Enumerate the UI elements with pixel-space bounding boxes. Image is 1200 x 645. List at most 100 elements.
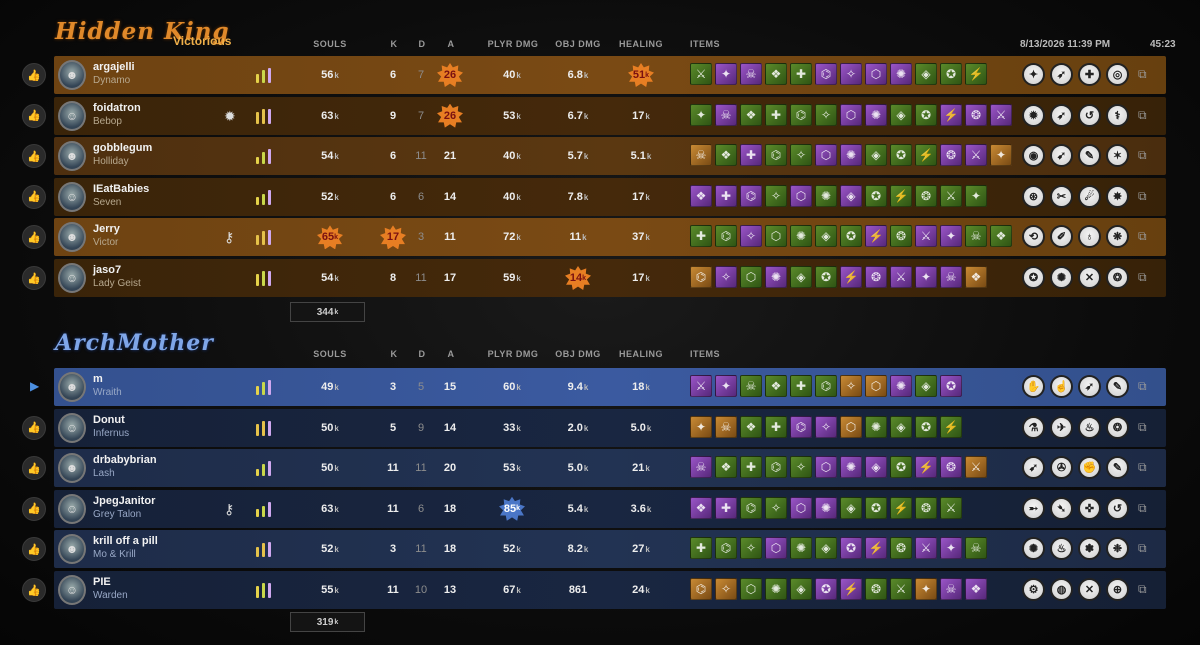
item-icon[interactable]: ✦ (690, 415, 712, 438)
ability-icon[interactable]: ✹ (1022, 103, 1045, 127)
item-icon[interactable]: ☠ (690, 456, 712, 479)
ability-icon[interactable]: ☄ (1078, 184, 1101, 208)
copy-build-icon[interactable]: ⧉ (1138, 379, 1147, 394)
item-icon[interactable]: ☠ (940, 266, 962, 288)
item-icon[interactable]: ❂ (940, 144, 962, 167)
player-row[interactable]: 👍 ☻ krill off a pill Mo & Krill 52k 3 11 18 52k 8… (0, 530, 1200, 569)
thumbs-up-icon[interactable]: 👍 (22, 266, 46, 290)
item-icon[interactable]: ☠ (740, 375, 762, 397)
item-icon[interactable]: ✚ (690, 537, 712, 560)
item-icon[interactable]: ⚔ (890, 578, 912, 600)
item-icon[interactable]: ◈ (915, 63, 937, 85)
player-name[interactable]: Jerry (93, 223, 120, 235)
player-row[interactable]: 👍 ☻ drbabybrian Lash 50k 11 11 20 53k 5.0k 21k ☠ ❖ ✚ ⌬… (0, 449, 1200, 488)
ability-icon[interactable]: ✚ (1078, 63, 1101, 86)
ability-icon[interactable]: ❋ (1106, 225, 1129, 249)
ability-icon[interactable]: ⚗ (1022, 415, 1045, 439)
item-icon[interactable]: ✦ (965, 184, 987, 207)
player-name[interactable]: jaso7 (93, 264, 121, 276)
item-icon[interactable]: ✪ (890, 456, 912, 479)
item-icon[interactable]: ❖ (765, 375, 787, 397)
thumbs-up-icon[interactable]: 👍 (22, 63, 46, 87)
item-icon[interactable]: ◈ (915, 375, 937, 397)
item-icon[interactable]: ⌬ (740, 184, 762, 207)
item-icon[interactable]: ✚ (790, 375, 812, 397)
ability-icon[interactable]: ♁ (1078, 225, 1101, 249)
item-icon[interactable]: ❖ (690, 184, 712, 207)
copy-build-icon[interactable]: ⧉ (1138, 148, 1147, 163)
item-icon[interactable]: ◈ (790, 578, 812, 600)
ability-icon[interactable]: ⚙ (1022, 578, 1045, 601)
item-icon[interactable]: ⬡ (740, 578, 762, 600)
ability-icon[interactable]: ❉ (1106, 537, 1129, 561)
player-name[interactable]: IEatBabies (93, 183, 149, 195)
item-icon[interactable]: ✦ (915, 578, 937, 600)
item-icon[interactable]: ⚡ (940, 415, 962, 438)
copy-build-icon[interactable]: ⧉ (1138, 108, 1147, 123)
copy-build-icon[interactable]: ⧉ (1138, 189, 1147, 204)
item-icon[interactable]: ✧ (790, 144, 812, 167)
item-icon[interactable]: ⚡ (915, 144, 937, 167)
ability-icon[interactable]: ❂ (1106, 266, 1129, 289)
ability-icon[interactable]: ◍ (1050, 578, 1073, 601)
item-icon[interactable]: ✪ (840, 225, 862, 248)
item-icon[interactable]: ✧ (815, 415, 837, 438)
thumbs-up-icon[interactable]: 👍 (22, 184, 46, 209)
player-name[interactable]: drbabybrian (93, 454, 157, 466)
ability-icon[interactable]: ✎ (1106, 375, 1129, 398)
item-icon[interactable]: ◈ (890, 103, 912, 126)
player-name[interactable]: foidatron (93, 102, 141, 114)
item-icon[interactable]: ❂ (915, 496, 937, 519)
item-icon[interactable]: ⌬ (815, 63, 837, 85)
item-icon[interactable]: ⚡ (865, 225, 887, 248)
item-icon[interactable]: ✧ (765, 184, 787, 207)
ability-icon[interactable]: ➶ (1078, 375, 1101, 398)
item-icon[interactable]: ❂ (865, 578, 887, 600)
item-icon[interactable]: ❂ (890, 537, 912, 560)
ability-icon[interactable]: ✜ (1078, 496, 1101, 520)
item-icon[interactable]: ✚ (765, 103, 787, 126)
item-icon[interactable]: ✦ (715, 63, 737, 85)
item-icon[interactable]: ◈ (840, 496, 862, 519)
item-icon[interactable]: ⌬ (765, 456, 787, 479)
item-icon[interactable]: ✺ (840, 456, 862, 479)
thumbs-up-icon[interactable]: 👍 (22, 415, 46, 440)
item-icon[interactable]: ❖ (740, 415, 762, 438)
item-icon[interactable]: ◈ (790, 266, 812, 288)
item-icon[interactable]: ✚ (715, 184, 737, 207)
item-icon[interactable]: ❖ (965, 578, 987, 600)
header-healing[interactable]: HEALING (617, 39, 665, 49)
player-name[interactable]: gobblegum (93, 142, 152, 154)
item-icon[interactable]: ❂ (890, 225, 912, 248)
item-icon[interactable]: ✪ (915, 103, 937, 126)
item-icon[interactable]: ☠ (690, 144, 712, 167)
player-row[interactable]: ▶ ☻ m Wraith 49k 3 5 15 60k 9.4k 18k ⚔ ✦ ☠ ❖ ✚ ⌬ ✧ ⬡ ✺ ◈ ✪ ✋ ☝ ➶… (0, 368, 1200, 406)
item-icon[interactable]: ❖ (990, 225, 1012, 248)
ability-icon[interactable]: ➴ (1050, 496, 1073, 520)
ability-icon[interactable]: ♨ (1050, 537, 1073, 561)
item-icon[interactable]: ◈ (815, 537, 837, 560)
ability-icon[interactable]: ✊ (1078, 456, 1101, 480)
player-row[interactable]: 👍 ☻ Jerry Victor ⚷ 65 k 17 3 11 72k 11k 37k ✚ ⌬ ✧ ⬡ ✺ ◈ ✪ ⚡ ❂… (0, 218, 1200, 257)
ability-icon[interactable]: ✎ (1078, 144, 1101, 168)
item-icon[interactable]: ❖ (715, 456, 737, 479)
item-icon[interactable]: ✺ (815, 496, 837, 519)
item-icon[interactable]: ⚔ (990, 103, 1012, 126)
item-icon[interactable]: ❂ (865, 266, 887, 288)
ability-icon[interactable]: ◎ (1106, 63, 1129, 86)
item-icon[interactable]: ✦ (940, 225, 962, 248)
ability-icon[interactable]: ✺ (1050, 266, 1073, 289)
item-icon[interactable]: ⌬ (715, 537, 737, 560)
player-row[interactable]: 👍 ☺ IEatBabies Seven 52k 6 6 14 40k 7.8k 17k ❖ ✚ ⌬ ✧ ⬡ ✺… (0, 177, 1200, 216)
item-icon[interactable]: ⚡ (940, 103, 962, 126)
header-souls[interactable]: SOULS (312, 349, 348, 359)
item-icon[interactable]: ✧ (840, 375, 862, 397)
ability-icon[interactable]: ♨ (1078, 415, 1101, 439)
item-icon[interactable]: ✧ (715, 578, 737, 600)
ability-icon[interactable]: ⊕ (1106, 578, 1129, 601)
ability-icon[interactable]: ☝ (1050, 375, 1073, 398)
item-icon[interactable]: ⬡ (865, 63, 887, 85)
header-deaths[interactable]: D (416, 349, 428, 359)
item-icon[interactable]: ✧ (715, 266, 737, 288)
ability-icon[interactable]: ➵ (1022, 496, 1045, 520)
